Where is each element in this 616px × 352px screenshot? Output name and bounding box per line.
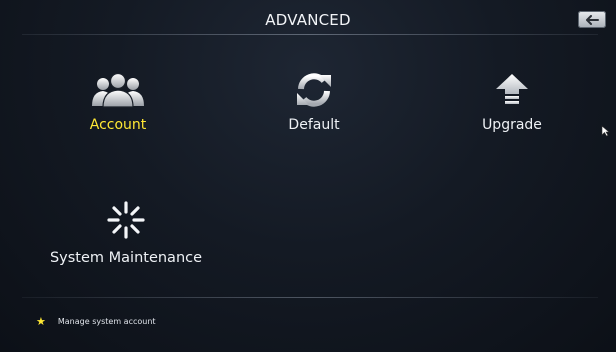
spinner-icon — [106, 200, 146, 244]
menu-item-label: Upgrade — [482, 117, 542, 133]
mouse-pointer-icon — [601, 122, 610, 141]
star-icon: ★ — [36, 315, 46, 328]
menu-item-label: System Maintenance — [49, 250, 203, 266]
back-button[interactable] — [578, 11, 606, 28]
refresh-icon — [294, 72, 334, 112]
back-arrow-icon — [585, 10, 599, 29]
menu-item-account[interactable]: Account — [68, 72, 168, 133]
menu-item-system-maintenance[interactable]: System Maintenance — [26, 200, 226, 266]
advanced-screen: ADVANCED Account Default Upgrade System … — [0, 0, 616, 352]
header-divider — [22, 34, 598, 35]
page-title: ADVANCED — [265, 11, 351, 29]
upload-arrow-icon — [492, 72, 532, 112]
menu-item-label: Account — [89, 117, 147, 133]
status-hint: ★ Manage system account — [36, 316, 156, 327]
footer-divider — [22, 297, 598, 298]
hint-text: Manage system account — [57, 317, 156, 326]
menu-item-upgrade[interactable]: Upgrade — [462, 72, 562, 133]
menu-item-label: Default — [288, 117, 340, 133]
menu-item-default[interactable]: Default — [264, 72, 364, 133]
users-icon — [90, 72, 146, 112]
